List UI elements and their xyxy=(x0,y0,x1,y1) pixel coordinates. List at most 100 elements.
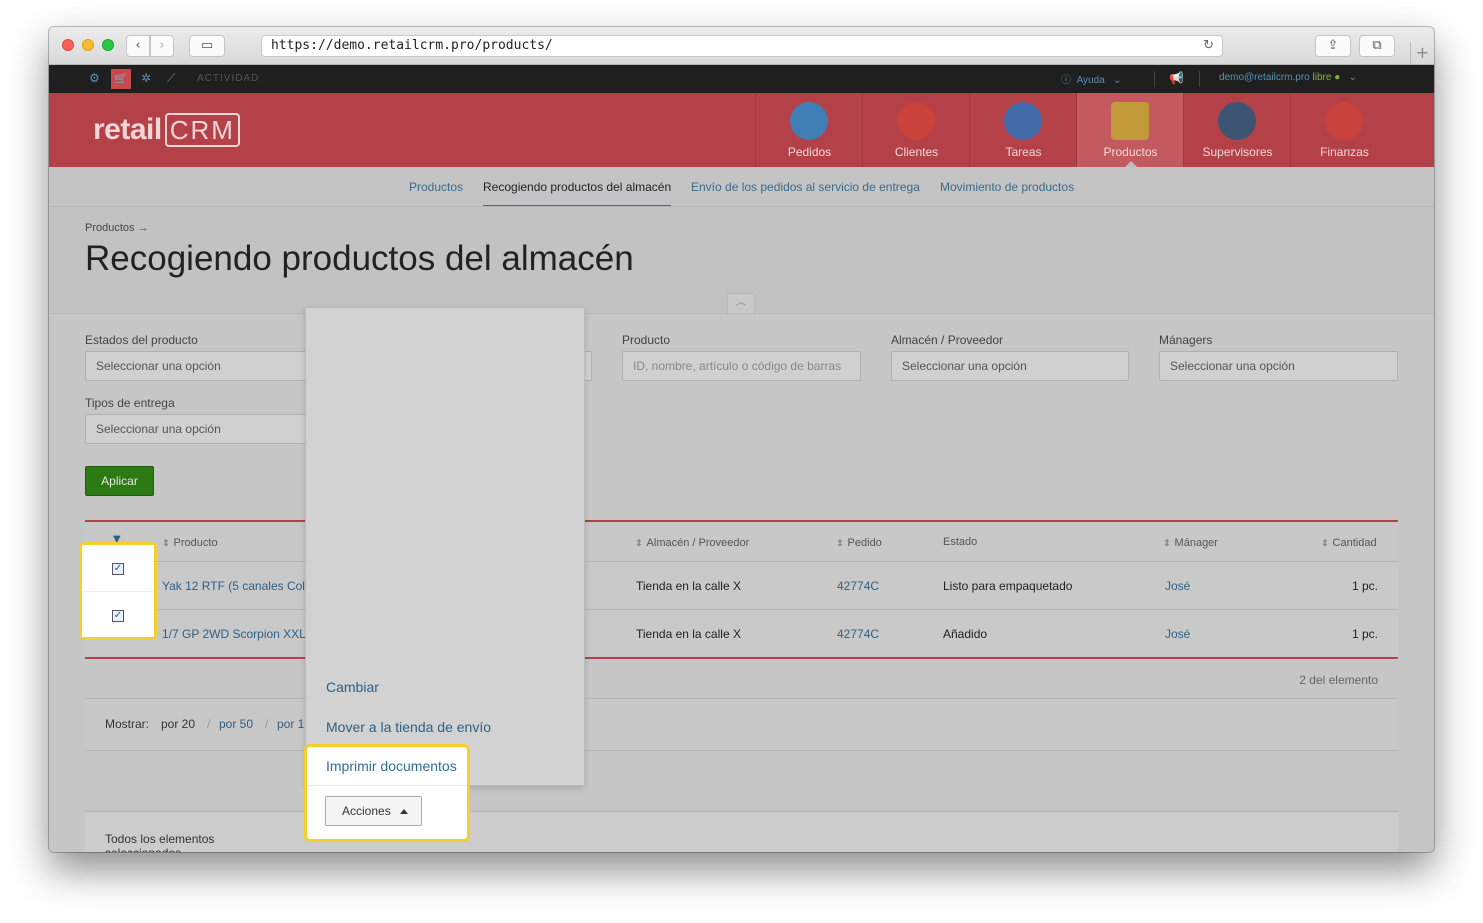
warehouse-cell: Tienda en la calle X xyxy=(636,579,741,593)
module-pedidos[interactable]: Pedidos xyxy=(755,93,862,167)
minimize-window-button[interactable] xyxy=(82,39,94,51)
chevron-right-icon: › xyxy=(159,38,165,53)
subnav-envio[interactable]: Envío de los pedidos al servicio de entr… xyxy=(691,180,920,194)
order-link[interactable]: 42774C xyxy=(837,627,879,641)
online-status-icon: ● xyxy=(1334,72,1341,83)
checkmark-icon: ✓ xyxy=(113,610,123,621)
zoom-window-button[interactable] xyxy=(102,39,114,51)
subnav-movimiento[interactable]: Movimiento de productos xyxy=(940,180,1074,194)
manager-link[interactable]: José xyxy=(1165,579,1190,593)
col-manager[interactable]: ⇕ Mánager xyxy=(1163,537,1218,549)
divider xyxy=(307,785,467,786)
checkmark-icon: ✓ xyxy=(113,563,123,574)
managers-select[interactable]: Seleccionar una opción xyxy=(1159,351,1398,381)
estados-label: Estados del producto xyxy=(85,333,198,347)
tipos-select[interactable]: Seleccionar una opción xyxy=(85,414,323,444)
product-link[interactable]: 1/7 GP 2WD Scorpion XXL xyxy=(162,627,306,641)
menu-item-imprimir[interactable]: Imprimir documentos xyxy=(326,758,457,774)
cart-icon xyxy=(790,102,828,140)
gear-icon[interactable]: ⚙ xyxy=(89,71,100,85)
activity-label[interactable]: ACTIVIDAD xyxy=(197,73,259,84)
system-topbar: ⚙ 🛒 ✲ ⟋ ACTIVIDAD ⓘ Ayuda ⌄ 📢 demo@retai… xyxy=(49,65,1434,93)
plus-icon: + xyxy=(1415,43,1430,62)
sort-icon: ⇕ xyxy=(635,539,643,549)
address-bar[interactable]: https://demo.retailcrm.pro/products/ ↻ xyxy=(261,35,1223,57)
supervisor-icon xyxy=(1218,102,1256,140)
user-menu[interactable]: demo@retailcrm.pro libre ● ⌄ xyxy=(1219,72,1357,83)
col-almacen[interactable]: ⇕ Almacén / Proveedor xyxy=(635,537,749,549)
estados-select[interactable]: Seleccionar una opción xyxy=(85,351,323,381)
module-tareas[interactable]: Tareas xyxy=(969,93,1076,167)
manager-link[interactable]: José xyxy=(1165,627,1190,641)
quantity-cell: 1 pc. xyxy=(1352,579,1379,593)
module-clientes[interactable]: Clientes xyxy=(862,93,969,167)
breadcrumb[interactable]: Productos → xyxy=(85,222,149,234)
module-supervisores[interactable]: Supervisores xyxy=(1183,93,1290,167)
producto-label: Producto xyxy=(622,333,671,347)
divider xyxy=(1154,71,1155,87)
page-size-20: por 20 xyxy=(161,717,196,731)
chart-icon[interactable]: ⟋ xyxy=(167,71,175,86)
module-finanzas[interactable]: Finanzas xyxy=(1290,93,1434,167)
settings-icon[interactable]: ✲ xyxy=(141,71,151,85)
menu-item-cambiar[interactable]: Cambiar xyxy=(326,679,379,695)
module-productos[interactable]: Productos xyxy=(1076,93,1183,167)
sidebar-icon: ▭ xyxy=(200,38,214,53)
table-footer: 2 del elemento xyxy=(85,659,1398,699)
col-estado: Estado xyxy=(943,536,978,548)
table-row[interactable]: 1/7 GP 2WD Scorpion XXL Tienda en la cal… xyxy=(85,610,1398,658)
producto-input[interactable]: ID, nombre, artículo o código de barras xyxy=(622,351,861,381)
col-producto[interactable]: ⇕ Producto xyxy=(162,537,218,549)
share-button[interactable]: ⇪ xyxy=(1315,35,1351,57)
warehouse-cell: Tienda en la calle X xyxy=(636,627,741,641)
product-link[interactable]: Yak 12 RTF (5 canales Col xyxy=(162,579,305,593)
order-link[interactable]: 42774C xyxy=(837,579,879,593)
show-label: Mostrar: xyxy=(105,717,150,731)
cart-icon[interactable]: 🛒 xyxy=(111,69,131,89)
table-row[interactable]: Yak 12 RTF (5 canales Col Tienda en la c… xyxy=(85,562,1398,610)
status-cell: Añadido xyxy=(943,627,988,641)
table-header: ▼ ⇕ Producto ⇕ Almacén / Proveedor ⇕ Pedido… xyxy=(85,522,1398,562)
browser-window: ‹ › ▭ https://demo.retailcrm.pro/product… xyxy=(49,27,1434,852)
megaphone-icon[interactable]: 📢 xyxy=(1169,71,1184,85)
subnav-recogiendo[interactable]: Recogiendo productos del almacén xyxy=(483,180,671,194)
page-size-50[interactable]: por 50 xyxy=(219,717,253,731)
close-window-button[interactable] xyxy=(62,39,74,51)
sort-icon: ⇕ xyxy=(1163,539,1171,549)
managers-label: Mánagers xyxy=(1159,333,1213,347)
back-button[interactable]: ‹ xyxy=(126,35,150,57)
url-text: https://demo.retailcrm.pro/products/ xyxy=(271,38,553,53)
subnav-productos[interactable]: Productos xyxy=(409,180,463,194)
col-cantidad[interactable]: ⇕ Cantidad xyxy=(1321,537,1377,549)
reload-icon[interactable]: ↻ xyxy=(1203,36,1214,56)
divider xyxy=(1199,71,1200,87)
menu-item-mover[interactable]: Mover a la tienda de envío xyxy=(326,719,491,735)
page-size-100[interactable]: por 1 xyxy=(277,717,304,731)
bulk-actions-bar: Todos los elementos seleccionados xyxy=(85,811,1398,852)
chevron-up-icon: ︿ xyxy=(736,297,746,308)
collapse-filters-button[interactable]: ︿ xyxy=(727,293,755,313)
section-subnav: Productos Recogiendo productos del almac… xyxy=(49,167,1434,207)
filters-panel: Estados del producto Seleccionar una opc… xyxy=(49,313,1434,852)
help-menu[interactable]: ⓘ Ayuda ⌄ xyxy=(1061,71,1121,86)
tipos-label: Tipos de entrega xyxy=(85,396,175,410)
print-actions-highlight: Imprimir documentos Acciones xyxy=(304,744,470,842)
apply-button[interactable]: Aplicar xyxy=(85,466,154,496)
actions-dropdown-menu: Cambiar Mover a la tienda de envío xyxy=(305,307,585,786)
sort-icon: ⇕ xyxy=(836,539,844,549)
row-checkbox[interactable]: ✓ xyxy=(112,563,124,575)
retailcrm-logo[interactable]: retail CRM xyxy=(93,113,240,147)
page-title: Recogiendo productos del almacén xyxy=(85,239,634,278)
col-pedido[interactable]: ⇕ Pedido xyxy=(836,537,882,549)
forward-button[interactable]: › xyxy=(150,35,174,57)
new-tab-button[interactable]: + xyxy=(1410,42,1434,65)
almacen-select[interactable]: Seleccionar una opción xyxy=(891,351,1129,381)
actions-button[interactable]: Acciones xyxy=(325,796,422,826)
customer-icon xyxy=(897,102,935,140)
selected-rows-highlight: ✓ ✓ xyxy=(79,542,157,640)
row-checkbox[interactable]: ✓ xyxy=(112,610,124,622)
row-checkbox-cell: ✓ xyxy=(82,545,154,591)
tabs-overview-button[interactable]: ⧉ xyxy=(1359,35,1395,57)
sidebar-toggle-button[interactable]: ▭ xyxy=(189,35,225,57)
caret-up-icon xyxy=(400,809,408,814)
